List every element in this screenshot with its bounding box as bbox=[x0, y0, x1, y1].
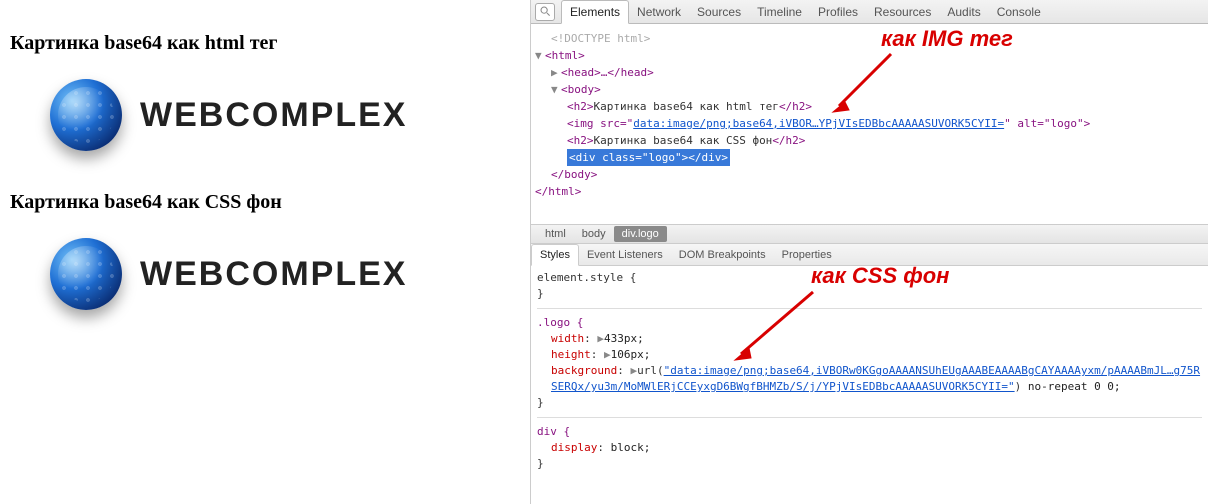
rule-close: } bbox=[537, 286, 1202, 302]
styles-panel[interactable]: element.style { } .logo { width: ▶433px;… bbox=[531, 266, 1208, 496]
dom-tree[interactable]: <!DOCTYPE html> ▼<html> ▶<head>…</head> … bbox=[531, 24, 1208, 224]
crumb-div-logo[interactable]: div.logo bbox=[614, 226, 667, 242]
devtools-toolbar: Elements Network Sources Timeline Profil… bbox=[531, 0, 1208, 24]
page-preview: Картинка base64 как html тег WEBCOMPLEX … bbox=[0, 0, 530, 350]
tab-timeline[interactable]: Timeline bbox=[749, 1, 810, 23]
dom-img-tag[interactable]: <img src="data:image/png;base64,iVBOR…YP… bbox=[535, 115, 1204, 132]
rule-logo-selector[interactable]: .logo { bbox=[537, 315, 1202, 331]
breadcrumb: html body div.logo bbox=[531, 224, 1208, 244]
dom-doctype[interactable]: <!DOCTYPE html> bbox=[535, 30, 1204, 47]
rule-close: } bbox=[537, 456, 1202, 472]
rule-close: } bbox=[537, 395, 1202, 411]
prop-display[interactable]: display: block; bbox=[537, 440, 1202, 456]
prop-background[interactable]: background: ▶url("data:image/png;base64,… bbox=[537, 363, 1202, 395]
dom-body-close[interactable]: </body> bbox=[551, 168, 597, 181]
tab-sources[interactable]: Sources bbox=[689, 1, 749, 23]
prop-width[interactable]: width: ▶433px; bbox=[537, 331, 1202, 347]
logo-text: WEBCOMPLEX bbox=[140, 255, 407, 294]
prop-height[interactable]: height: ▶106px; bbox=[537, 347, 1202, 363]
search-icon[interactable] bbox=[535, 3, 555, 21]
tab-audits[interactable]: Audits bbox=[939, 1, 988, 23]
annotation-css-bg: как CSS фон bbox=[811, 268, 949, 284]
dom-body-open[interactable]: <body> bbox=[561, 83, 601, 96]
tab-styles[interactable]: Styles bbox=[531, 244, 579, 266]
tab-console[interactable]: Console bbox=[989, 1, 1049, 23]
crumb-html[interactable]: html bbox=[537, 226, 574, 242]
dom-html-close[interactable]: </html> bbox=[535, 185, 581, 198]
logo-sphere-icon bbox=[50, 238, 122, 310]
annotation-img-tag: как IMG тег bbox=[881, 30, 1013, 47]
tab-event-listeners[interactable]: Event Listeners bbox=[579, 245, 671, 265]
tab-resources[interactable]: Resources bbox=[866, 1, 939, 23]
dom-head[interactable]: <head>…</head> bbox=[561, 66, 654, 79]
heading-css-bg: Картинка base64 как CSS фон bbox=[10, 191, 520, 214]
devtools-panel: Elements Network Sources Timeline Profil… bbox=[530, 0, 1208, 504]
rule-div-selector[interactable]: div { bbox=[537, 424, 1202, 440]
logo-as-css-bg: WEBCOMPLEX bbox=[50, 238, 520, 310]
dom-html-open[interactable]: <html> bbox=[545, 49, 585, 62]
dom-div-logo[interactable]: <div class="logo"></div> bbox=[535, 149, 1204, 166]
tab-profiles[interactable]: Profiles bbox=[810, 1, 866, 23]
tab-dom-breakpoints[interactable]: DOM Breakpoints bbox=[671, 245, 774, 265]
logo-sphere-icon bbox=[50, 79, 122, 151]
tab-properties[interactable]: Properties bbox=[774, 245, 840, 265]
crumb-body[interactable]: body bbox=[574, 226, 614, 242]
logo-as-img: WEBCOMPLEX bbox=[50, 79, 520, 151]
logo-text: WEBCOMPLEX bbox=[140, 96, 407, 135]
heading-img-tag: Картинка base64 как html тег bbox=[10, 32, 520, 55]
tab-network[interactable]: Network bbox=[629, 1, 689, 23]
tab-elements[interactable]: Elements bbox=[561, 0, 629, 24]
dom-h2-css[interactable]: <h2>Картинка base64 как CSS фон</h2> bbox=[535, 132, 1204, 149]
